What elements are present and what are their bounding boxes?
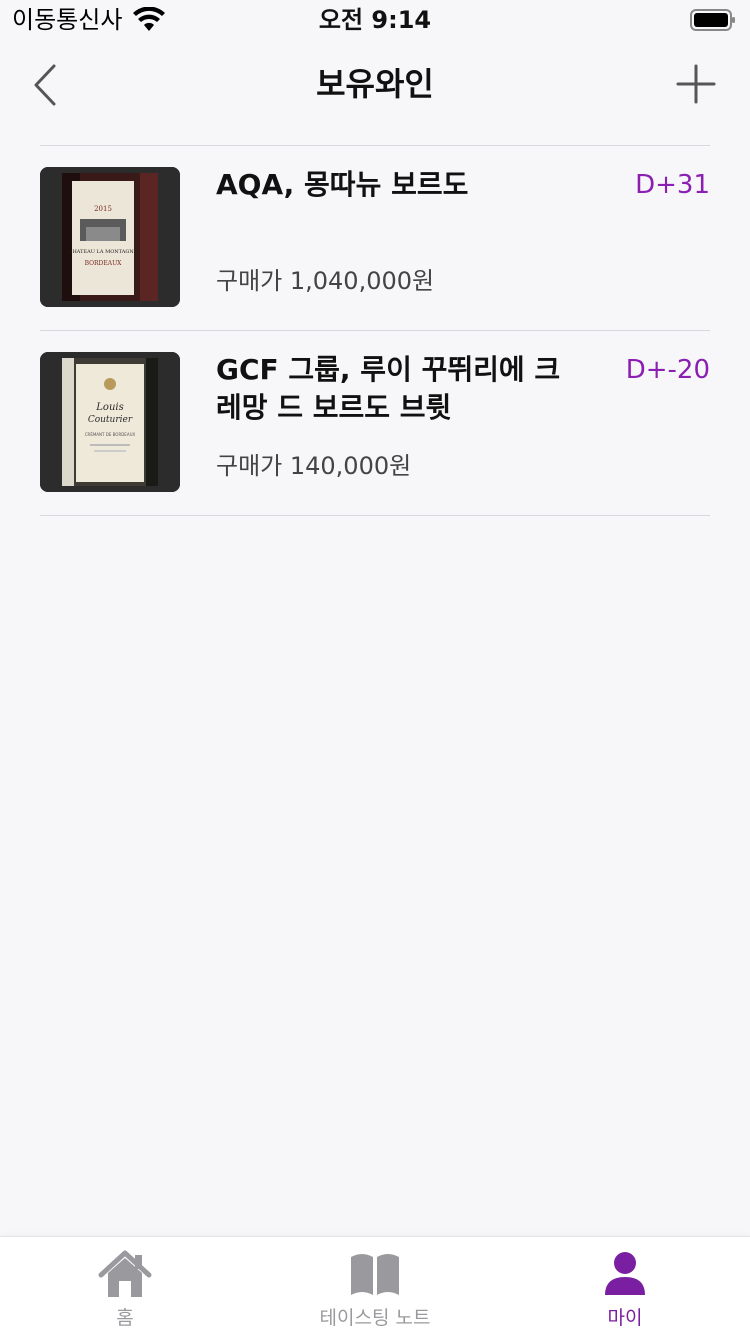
bottle-label-text: CRÉMANT DE BORDEAUX	[85, 432, 136, 437]
wine-thumbnail: 2015 CHATEAU LA MONTAGNE BORDEAUX	[40, 167, 180, 307]
person-icon	[605, 1252, 645, 1295]
tab-my[interactable]: 마이	[500, 1237, 750, 1335]
wine-name: AQA, 몽따뉴 보르도	[216, 168, 469, 201]
wine-dday-badge: D+31	[635, 170, 710, 200]
tab-label: 마이	[607, 1307, 643, 1329]
wine-list: 2015 CHATEAU LA MONTAGNE BORDEAUX AQA, 몽…	[40, 145, 710, 516]
status-bar: 이동통신사 오전 9:14	[0, 0, 750, 40]
wine-name: GCF 그룹, 루이 꾸뛰리에 크레망 드 보르도 브륏	[216, 353, 561, 424]
book-icon	[351, 1254, 399, 1295]
tab-tasting-note[interactable]: 테이스팅 노트	[250, 1237, 500, 1335]
wine-price: 구매가 140,000원	[216, 452, 412, 480]
bottle-label-text: Louis	[95, 402, 123, 413]
wine-thumbnail: Louis Couturier CRÉMANT DE BORDEAUX	[40, 352, 180, 492]
bottle-label-text: 2015	[94, 205, 112, 213]
status-time: 오전 9:14	[318, 6, 432, 34]
nav-bar: 보유와인	[0, 40, 750, 130]
bottle-label-text: Couturier	[88, 415, 133, 425]
wine-bottle-photo: 2015 CHATEAU LA MONTAGNE BORDEAUX	[40, 167, 180, 307]
wine-price: 구매가 1,040,000원	[216, 267, 435, 295]
home-icon	[98, 1250, 152, 1297]
plus-icon	[676, 64, 716, 104]
add-wine-button[interactable]	[676, 64, 716, 104]
battery-icon	[690, 9, 735, 31]
bottle-label-text: CHATEAU LA MONTAGNE	[69, 249, 138, 255]
tab-label: 홈	[116, 1307, 134, 1329]
tab-label: 테이스팅 노트	[319, 1307, 431, 1329]
tab-home[interactable]: 홈	[0, 1237, 250, 1335]
wine-bottle-photo: Louis Couturier CRÉMANT DE BORDEAUX	[40, 352, 180, 492]
tab-bar: 홈 테이스팅 노트 마이	[0, 1236, 750, 1335]
wine-list-item[interactable]: Louis Couturier CRÉMANT DE BORDEAUX GCF …	[40, 331, 710, 516]
page-title: 보유와인	[316, 65, 434, 103]
wine-dday-badge: D+-20	[625, 355, 710, 385]
bottle-label-text: BORDEAUX	[85, 260, 123, 267]
wine-list-item[interactable]: 2015 CHATEAU LA MONTAGNE BORDEAUX AQA, 몽…	[40, 146, 710, 331]
